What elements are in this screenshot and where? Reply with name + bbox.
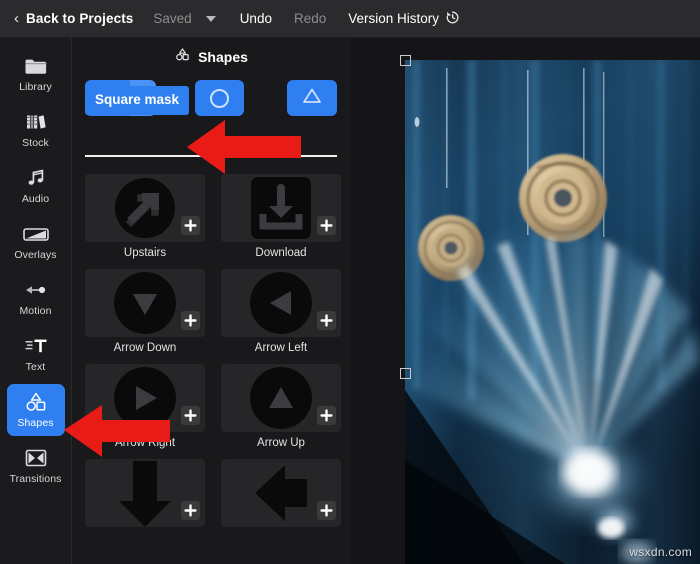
triangle-outline-icon [301, 86, 323, 111]
sidebar-item-stock[interactable]: Stock [7, 104, 65, 156]
sidebar-item-label: Transitions [9, 473, 62, 485]
add-shape-button[interactable] [317, 311, 336, 330]
books-icon [25, 111, 47, 133]
redo-button[interactable]: Redo [294, 11, 326, 26]
shape-thumbnail-arrow-down[interactable] [85, 269, 205, 337]
sidebar-item-label: Motion [19, 305, 52, 317]
sidebar-item-transitions[interactable]: Transitions [7, 440, 65, 492]
plus-icon [320, 504, 333, 517]
add-shape-button[interactable] [317, 501, 336, 520]
triangle-mask-tool[interactable] [287, 80, 337, 116]
panel-header: Shapes [72, 42, 350, 72]
shape-card [221, 459, 341, 537]
saved-status-label: Saved [153, 11, 192, 26]
add-shape-button[interactable] [317, 406, 336, 425]
add-shape-button[interactable] [181, 501, 200, 520]
shape-thumbnail-arrow-up[interactable] [221, 364, 341, 432]
panel-divider [85, 155, 337, 157]
square-mask-dropdown-item[interactable]: Square mask [85, 86, 190, 115]
shapes-panel: Shapes Square mask Upstairs Download Arr… [72, 38, 350, 564]
music-note-icon [25, 167, 47, 189]
top-left-handle[interactable] [400, 55, 411, 66]
video-editor-window: ‹ Back to Projects Saved Undo Redo Versi… [0, 0, 700, 564]
plus-icon [184, 219, 197, 232]
circle-outline-icon [210, 88, 229, 108]
shape-label: Upstairs [123, 247, 167, 259]
plus-icon [320, 219, 333, 232]
video-frame [405, 60, 700, 564]
shape-label: Download [255, 247, 307, 259]
watermark: wsxdn.com [629, 545, 692, 559]
shape-card: Download [221, 174, 341, 269]
transitions-icon [24, 447, 48, 469]
shape-thumbnail-arrow-left[interactable] [221, 269, 341, 337]
shape-thumbnail-fat-arrow-left[interactable] [221, 459, 341, 527]
version-history-button[interactable]: Version History [348, 10, 460, 28]
sidebar-item-motion[interactable]: Motion [7, 272, 65, 324]
text-icon [24, 335, 48, 357]
sidebar-item-audio[interactable]: Audio [7, 160, 65, 212]
video-canvas[interactable] [405, 60, 700, 564]
shape-card [85, 459, 205, 537]
sidebar-item-overlays[interactable]: Overlays [7, 216, 65, 268]
shapes-grid: Upstairs Download Arrow Down Arrow Left … [85, 174, 341, 537]
left-sidebar: Library Stock Audio Overlays Motion Text… [0, 38, 72, 564]
plus-icon [320, 314, 333, 327]
undo-button[interactable]: Undo [240, 11, 272, 26]
back-to-projects-button[interactable]: ‹ Back to Projects [14, 11, 133, 26]
sidebar-item-label: Shapes [17, 417, 54, 429]
caret-down-icon[interactable] [205, 15, 216, 22]
version-history-label: Version History [348, 11, 440, 26]
shape-card: Arrow Right [85, 364, 205, 459]
add-shape-button[interactable] [317, 216, 336, 235]
overlays-icon [22, 223, 50, 245]
shape-label: Arrow Right [114, 437, 176, 449]
page-title: Shapes [198, 49, 248, 65]
shape-card: Arrow Up [221, 364, 341, 459]
shape-thumbnail-download[interactable] [221, 174, 341, 242]
circle-mask-tool[interactable] [194, 80, 245, 116]
sidebar-item-library[interactable]: Library [7, 48, 65, 100]
mid-left-handle[interactable] [400, 368, 411, 379]
plus-icon [320, 409, 333, 422]
history-clock-icon [445, 10, 460, 28]
shape-label: Arrow Down [113, 342, 177, 354]
sidebar-item-label: Stock [22, 137, 49, 149]
shapes-icon [23, 391, 49, 413]
plus-icon [184, 314, 197, 327]
shape-label: Arrow Left [254, 342, 308, 354]
sidebar-item-label: Audio [21, 193, 50, 205]
shape-thumbnail-fat-arrow-down[interactable] [85, 459, 205, 527]
add-shape-button[interactable] [181, 216, 200, 235]
shape-label: Arrow Up [257, 437, 305, 449]
sidebar-item-label: Overlays [14, 249, 57, 261]
top-toolbar: ‹ Back to Projects Saved Undo Redo Versi… [0, 0, 700, 38]
add-shape-button[interactable] [181, 311, 200, 330]
video-preview-panel: wsxdn.com [350, 38, 700, 564]
shape-card: Arrow Down [85, 269, 205, 364]
add-shape-button[interactable] [181, 406, 200, 425]
shape-thumbnail-upstairs[interactable] [85, 174, 205, 242]
shapes-icon [174, 47, 191, 67]
motion-icon [23, 279, 49, 301]
plus-icon [184, 504, 197, 517]
sidebar-item-label: Library [19, 81, 52, 93]
folder-icon [24, 55, 48, 77]
shape-card: Upstairs [85, 174, 205, 269]
sidebar-item-shapes[interactable]: Shapes [6, 384, 65, 436]
sidebar-item-label: Text [25, 361, 46, 373]
plus-icon [184, 409, 197, 422]
shape-thumbnail-arrow-right[interactable] [85, 364, 205, 432]
dropdown-item-label: Square mask [95, 92, 180, 107]
back-to-projects-label: Back to Projects [26, 11, 134, 26]
shape-card: Arrow Left [221, 269, 341, 364]
sidebar-item-text[interactable]: Text [7, 328, 65, 380]
chevron-left-icon: ‹ [14, 10, 19, 27]
